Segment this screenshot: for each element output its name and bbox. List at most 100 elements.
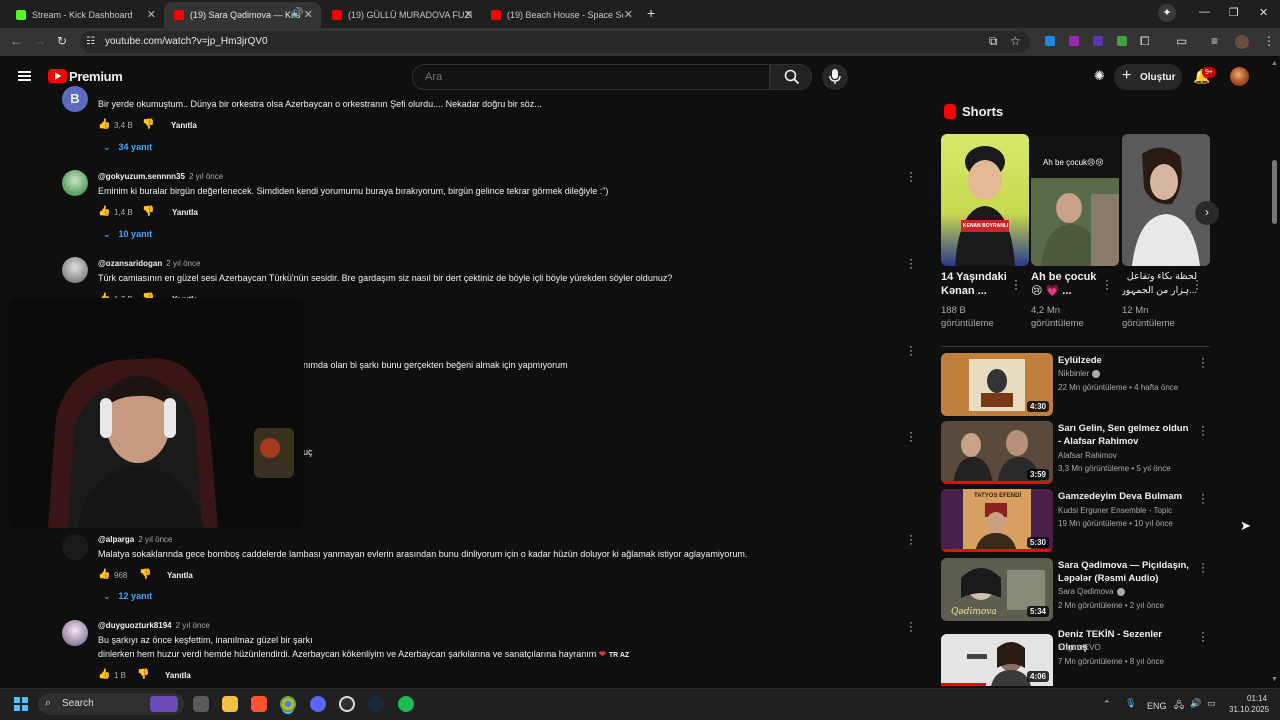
back-icon[interactable]: ← [10, 34, 22, 48]
taskbar-search-box[interactable]: ⌕ Search [38, 693, 184, 715]
short-thumbnail[interactable] [1122, 134, 1210, 266]
short-thumbnail[interactable]: KENAN BOYRANLI [941, 134, 1029, 266]
tab-gullu-muradova[interactable]: (19) GÜLLÜ MURADOVA FUZÜ ✕ [322, 2, 481, 28]
like-icon[interactable]: 👍 [98, 206, 110, 217]
video-menu-icon[interactable]: · · · [1199, 420, 1207, 440]
channel-name[interactable]: Nikbinler [1058, 369, 1101, 378]
guide-menu-icon[interactable] [18, 71, 31, 81]
video-thumbnail[interactable]: 4:06 [941, 634, 1053, 686]
extensions-puzzle-icon[interactable]: ⧠ [1140, 34, 1150, 49]
author-handle[interactable]: @duyguozturk8194 [98, 621, 172, 630]
close-tab-icon[interactable]: ✕ [464, 8, 473, 21]
close-window-icon[interactable]: ✕ [1259, 6, 1268, 19]
like-icon[interactable]: 👍 [98, 569, 110, 580]
network-icon[interactable]: 🖧 [1174, 698, 1184, 714]
author-handle[interactable]: @alparga [98, 535, 134, 544]
close-tab-icon[interactable]: ✕ [624, 8, 633, 21]
comment-time[interactable]: 2 yıl önce [166, 259, 200, 268]
short-title[interactable]: لحظة بكاء وتفاعل ...ہزار من الجمہور [1122, 270, 1197, 298]
video-menu-icon[interactable]: · · · [1199, 352, 1207, 372]
short-menu-icon[interactable]: · · · [1103, 274, 1111, 294]
channel-name[interactable]: Kudsi Erguner Ensemble - Topic [1058, 506, 1172, 515]
search-input[interactable] [412, 64, 770, 90]
commenter-avatar[interactable] [62, 534, 88, 560]
video-title[interactable]: Eylülzede [1058, 354, 1193, 367]
tray-microphone-icon[interactable]: 🎙 [1125, 698, 1136, 709]
sidepanel-icon[interactable]: ▭ [1176, 34, 1187, 48]
scroll-down-arrow-icon[interactable]: ▼ [1271, 676, 1278, 683]
like-icon[interactable]: 👍 [98, 669, 110, 680]
youtube-logo-icon[interactable] [48, 69, 67, 83]
view-replies-button[interactable]: ⌄ 34 yanıt [103, 142, 152, 153]
minimize-icon[interactable]: — [1199, 6, 1210, 18]
task-view-icon[interactable] [193, 696, 209, 712]
audio-playing-icon[interactable]: 🔊 [291, 8, 303, 19]
comment-time[interactable]: 2 yıl önce [138, 535, 172, 544]
clock-date[interactable]: 31.10.2025 [1229, 705, 1269, 714]
short-thumbnail[interactable]: Ah be çocuk😢😢 [1031, 134, 1119, 266]
comment-author[interactable]: @duyguozturk8194 2 yıl önce [98, 621, 210, 630]
steam-icon[interactable] [368, 696, 384, 712]
reply-button[interactable]: Yanıtla [167, 571, 193, 580]
video-title[interactable]: Sarı Gelin, Sen gelmez oldun - Alafsar R… [1058, 422, 1193, 448]
commenter-avatar[interactable]: B [62, 86, 88, 112]
windows-start-icon[interactable] [14, 697, 28, 711]
extension-icon[interactable] [1045, 36, 1055, 46]
dislike-icon[interactable]: 👎 [139, 569, 151, 580]
short-title[interactable]: 14 Yaşındaki Kənan ... [941, 270, 1016, 298]
close-tab-icon[interactable]: ✕ [147, 8, 156, 21]
spotify-icon[interactable] [398, 696, 414, 712]
video-menu-icon[interactable]: · · · [1199, 488, 1207, 508]
reply-button[interactable]: Yanıtla [171, 121, 197, 130]
obs-studio-icon[interactable] [339, 696, 355, 712]
video-menu-icon[interactable]: · · · [1199, 626, 1207, 646]
extension-icon[interactable] [1117, 36, 1127, 46]
comment-menu-icon[interactable]: · · · [907, 616, 915, 636]
maximize-icon[interactable]: ❐ [1229, 6, 1239, 19]
site-info-icon[interactable]: ☷ [86, 36, 95, 47]
battery-icon[interactable]: ▭ [1207, 698, 1216, 709]
volume-icon[interactable]: 🔊 [1190, 698, 1201, 709]
comment-menu-icon[interactable]: · · · [907, 166, 915, 186]
video-menu-icon[interactable]: · · · [1199, 557, 1207, 577]
video-thumbnail[interactable]: Qədimova 5:34 [941, 558, 1053, 621]
bookmark-star-icon[interactable]: ☆ [1010, 34, 1021, 48]
reload-icon[interactable]: ↻ [57, 34, 67, 48]
cast-icon[interactable]: ⧉ [989, 34, 998, 49]
forward-icon[interactable]: → [34, 34, 46, 48]
file-explorer-icon[interactable] [222, 696, 238, 712]
comment-author[interactable]: @ozansaridogan 2 yıl önce [98, 259, 201, 268]
reply-button[interactable]: Yanıtla [165, 671, 191, 680]
video-title[interactable]: Gamzedeyim Deva Bulmam [1058, 490, 1193, 503]
create-button[interactable]: + Oluştur [1114, 64, 1182, 90]
page-scrollbar-thumb[interactable] [1272, 160, 1277, 224]
brave-browser-icon[interactable] [251, 696, 267, 712]
voice-search-button[interactable] [822, 64, 848, 90]
gemini-sparkle-icon[interactable]: ✦ [1158, 4, 1176, 22]
chrome-icon[interactable] [280, 696, 296, 712]
commenter-avatar[interactable] [62, 170, 88, 196]
short-title[interactable]: Ah be çocuk 😢 💗 ... [1031, 270, 1106, 298]
new-tab-button[interactable]: + [647, 5, 655, 21]
video-thumbnail[interactable]: TATYOS EFENDİ 5:30 [941, 489, 1053, 552]
input-language[interactable]: ENG [1147, 701, 1167, 711]
tab-sara-qadimova[interactable]: (19) Sara Qədimova — Küs 🔊 ✕ [164, 2, 321, 28]
comment-time[interactable]: 2 yıl önce [189, 172, 223, 181]
browser-menu-icon[interactable]: ⋮ [1263, 34, 1275, 48]
video-thumbnail[interactable]: 3:59 [941, 421, 1053, 484]
comment-menu-icon[interactable]: · · · [907, 340, 915, 360]
extension-icon[interactable] [1069, 36, 1079, 46]
short-menu-icon[interactable]: · · · [1012, 274, 1020, 294]
extension-icon[interactable] [1093, 36, 1103, 46]
profile-avatar[interactable] [1235, 35, 1249, 49]
view-replies-button[interactable]: ⌄ 10 yanıt [103, 229, 152, 240]
dislike-icon[interactable]: 👎 [137, 669, 149, 680]
discord-icon[interactable] [310, 696, 326, 712]
shorts-next-button[interactable]: › [1195, 201, 1219, 225]
video-title[interactable]: Sara Qədimova — Piçıldaşın, Ləpələr (Rəs… [1058, 559, 1193, 585]
video-thumbnail[interactable]: 4:30 [941, 353, 1053, 416]
commenter-avatar[interactable] [62, 620, 88, 646]
scroll-up-arrow-icon[interactable]: ▲ [1271, 60, 1278, 67]
short-menu-icon[interactable]: · · · [1193, 274, 1201, 294]
close-tab-icon[interactable]: ✕ [304, 8, 313, 21]
